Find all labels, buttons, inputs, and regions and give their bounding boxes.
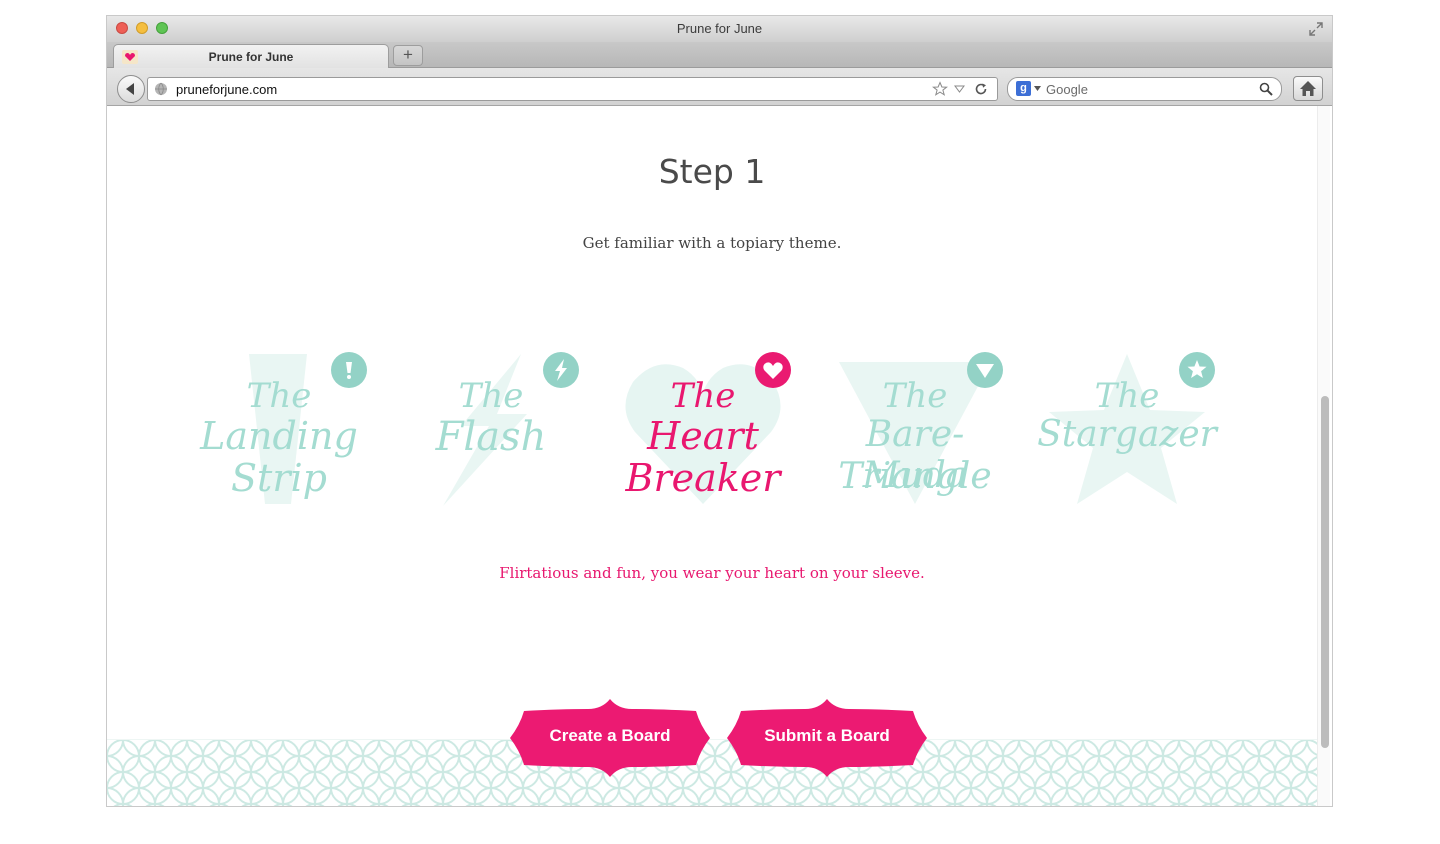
globe-icon — [155, 82, 167, 96]
theme-heart-breaker[interactable]: The Heart Breaker — [603, 352, 803, 524]
home-icon — [1300, 81, 1316, 96]
lightning-badge — [543, 352, 579, 388]
circle-lattice-pattern — [107, 739, 1317, 806]
page-content: Step 1 Get familiar with a topiary theme… — [107, 106, 1332, 806]
tab-strip: Prune for June + — [107, 42, 1332, 68]
navigation-toolbar: pruneforjune.com g Google — [107, 68, 1332, 106]
create-board-label: Create a Board — [549, 726, 671, 745]
google-icon[interactable]: g — [1016, 81, 1031, 96]
theme-name-line2: Stargazer — [1037, 414, 1217, 455]
step-title: Step 1 — [658, 152, 766, 191]
back-arrow-icon — [126, 83, 134, 95]
address-bar[interactable]: pruneforjune.com — [147, 77, 998, 101]
browser-window: Prune for June Prune for June + prunefor… — [107, 16, 1332, 806]
theme-landing-strip[interactable]: The Landing Strip — [179, 352, 379, 524]
theme-description: Flirtatious and fun, you wear your heart… — [499, 564, 925, 582]
scrollbar-thumb[interactable] — [1321, 396, 1329, 748]
title-bar: Prune for June — [107, 16, 1332, 42]
theme-name-line3: Triangle — [838, 456, 992, 497]
fullscreen-icon[interactable] — [1308, 21, 1324, 37]
home-button[interactable] — [1293, 76, 1323, 101]
star-badge — [1179, 352, 1215, 388]
submit-board-label: Submit a Board — [764, 726, 890, 745]
triangle-icon — [976, 364, 994, 378]
tab-prune-for-june[interactable]: Prune for June — [113, 44, 389, 68]
search-placeholder: Google — [1046, 82, 1088, 97]
heart-badge — [755, 352, 791, 388]
lightning-icon — [555, 359, 567, 381]
new-tab-button[interactable]: + — [393, 45, 423, 66]
reload-icon[interactable] — [974, 82, 988, 96]
chevron-down-icon[interactable] — [1034, 86, 1041, 91]
create-board-button[interactable]: Create a Board — [510, 697, 710, 779]
theme-stargazer[interactable]: The Stargazer — [1027, 352, 1227, 524]
theme-bare-muda-triangle[interactable]: The Bare-Muda Triangle — [815, 352, 1015, 524]
history-dropdown-icon[interactable] — [954, 84, 965, 94]
search-bar[interactable]: g Google — [1007, 77, 1282, 101]
bookmark-star-icon[interactable] — [932, 81, 948, 97]
search-icon[interactable] — [1259, 82, 1273, 96]
tab-label: Prune for June — [208, 50, 294, 64]
back-button[interactable] — [117, 75, 145, 103]
star-icon — [1187, 360, 1207, 378]
theme-flash[interactable]: The Flash — [391, 352, 591, 524]
triangle-badge — [967, 352, 1003, 388]
theme-name-line2: Flash — [435, 414, 547, 460]
window-title: Prune for June — [676, 21, 763, 36]
step-subtitle: Get familiar with a topiary theme. — [582, 234, 842, 252]
theme-name-line2: Landing — [200, 414, 358, 458]
exclamation-badge — [331, 352, 367, 388]
heart-icon — [763, 362, 783, 379]
exclamation-icon — [346, 362, 352, 379]
submit-board-button[interactable]: Submit a Board — [727, 697, 927, 779]
theme-name-line3: Breaker — [625, 456, 781, 500]
url-text: pruneforjune.com — [176, 82, 278, 97]
theme-name-line3: Strip — [231, 456, 327, 500]
theme-name-line2: Heart — [647, 414, 759, 458]
